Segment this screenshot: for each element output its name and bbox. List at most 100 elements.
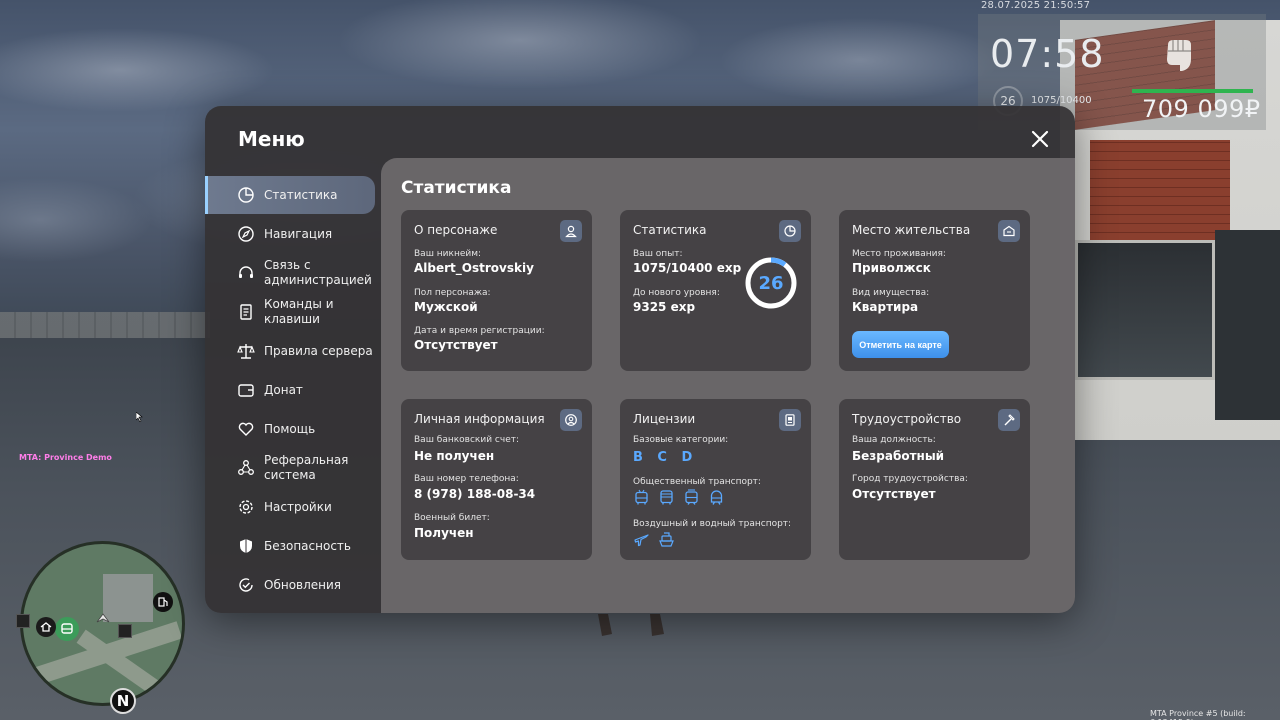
bus-icon	[660, 490, 673, 505]
nickname-value: Albert_Ostrovskiy	[414, 261, 534, 275]
sidebar-item-statistics[interactable]: Статистика	[205, 176, 375, 214]
stats-card: Статистика Ваш опыт: 1075/10400 exp До н…	[620, 210, 811, 371]
field-label: Общественный транспорт:	[633, 477, 761, 487]
home-icon	[998, 220, 1020, 242]
document-icon	[240, 304, 252, 320]
minimap-north-indicator: N	[110, 688, 136, 714]
gas-station-icon	[153, 592, 173, 612]
sidebar-item-rules[interactable]: Правила сервера	[205, 332, 375, 370]
field-label: Ваш никнейм:	[414, 249, 482, 259]
scales-icon	[237, 344, 255, 359]
personal-info-card: Личная информация Ваш банковский счет: Н…	[401, 399, 592, 560]
sidebar-item-label: Обновления	[264, 577, 342, 592]
sidebar-item-label: Статистика	[264, 187, 338, 202]
sidebar-item-commands[interactable]: Команды и клавиши	[205, 293, 375, 331]
metro-icon	[710, 490, 723, 505]
building-window	[1075, 240, 1215, 380]
build-label: MTA Province #5 (build: 6.12415.9)	[1150, 709, 1246, 720]
sidebar-item-referral[interactable]: Реферальная система	[205, 449, 375, 487]
sidebar-item-settings[interactable]: Настройки	[205, 488, 375, 526]
minimap	[20, 541, 185, 706]
headset-icon	[239, 266, 253, 278]
player-arrow-icon	[96, 613, 110, 623]
sidebar-item-admin-contact[interactable]: Связь с администрацией	[205, 254, 375, 292]
user-icon	[560, 220, 582, 242]
field-label: Вид имущества:	[852, 288, 930, 298]
mark-on-map-button[interactable]: Отметить на карте	[852, 331, 949, 358]
field-label: Город трудоустройства:	[852, 474, 968, 484]
mouse-cursor-icon	[136, 412, 143, 422]
property-value: Квартира	[852, 300, 919, 314]
licenses-card: Лицензии Базовые категории: B C D Общест…	[620, 399, 811, 560]
next-level-value: 9325 exp	[633, 300, 696, 314]
field-label: Базовые категории:	[633, 435, 729, 445]
hammer-icon	[998, 409, 1020, 431]
card-title: Статистика	[633, 223, 707, 237]
minimap-marker	[118, 624, 132, 638]
work-city-value: Отсутствует	[852, 487, 936, 501]
public-transport-icons	[633, 489, 725, 506]
fist-icon	[1167, 40, 1191, 71]
close-icon[interactable]	[1028, 127, 1052, 151]
sidebar-item-label: Связь с администрацией	[264, 258, 372, 287]
sidebar-item-donate[interactable]: Донат	[205, 371, 375, 409]
building-door	[1215, 230, 1280, 420]
gear-icon	[239, 500, 253, 514]
card-title: Место жительства	[852, 223, 971, 237]
field-label: Ваша должность:	[852, 435, 936, 445]
field-label: До нового уровня:	[633, 288, 720, 298]
license-icon	[779, 409, 801, 431]
field-label: Ваш номер телефона:	[414, 474, 519, 484]
heart-hand-icon	[238, 422, 254, 436]
level-number: 26	[758, 272, 784, 294]
character-card: О персонаже Ваш никнейм: Albert_Ostrovsk…	[401, 210, 592, 371]
brick-wall-background	[1090, 140, 1230, 250]
gender-value: Мужской	[414, 300, 478, 314]
sidebar-item-label: Помощь	[264, 421, 316, 436]
hud-exp: 1075/10400	[1031, 95, 1092, 106]
residence-value: Приволжск	[852, 261, 931, 275]
sidebar-item-navigation[interactable]: Навигация	[205, 215, 375, 253]
residence-card: Место жительства Место проживания: Приво…	[839, 210, 1030, 371]
card-title: Лицензии	[633, 412, 696, 426]
bank-account-value: Не получен	[414, 449, 495, 463]
field-label: Место проживания:	[852, 249, 946, 259]
bus-stop-icon	[55, 617, 79, 641]
phone-value: 8 (978) 188-08-34	[414, 487, 536, 501]
wallet-icon	[238, 384, 254, 397]
house-icon	[36, 617, 56, 637]
registration-value: Отсутствует	[414, 338, 498, 352]
sidebar-item-label: Команды и клавиши	[264, 297, 334, 326]
sidebar-item-label: Настройки	[264, 499, 332, 514]
field-label: Пол персонажа:	[414, 288, 491, 298]
hud-money: 709 099₽	[1142, 95, 1261, 123]
military-id-value: Получен	[414, 526, 474, 540]
shield-icon	[240, 539, 252, 553]
sidebar-item-help[interactable]: Помощь	[205, 410, 375, 448]
page-title: Статистика	[401, 178, 512, 198]
pie-chart-icon	[238, 187, 254, 203]
sidebar-item-label: Навигация	[264, 226, 333, 241]
sidebar-item-updates[interactable]: Обновления	[205, 566, 375, 604]
player-feet	[598, 614, 664, 636]
menu-title: Меню	[238, 127, 305, 151]
exp-value: 1075/10400 exp	[633, 261, 742, 275]
field-label: Военный билет:	[414, 513, 490, 523]
tram-icon	[685, 489, 698, 505]
profile-icon	[560, 409, 582, 431]
server-label: MTA: Province Demo	[19, 453, 112, 462]
content-panel: Статистика О персонаже Ваш никнейм: Albe…	[381, 158, 1075, 613]
sidebar-item-label: Донат	[264, 382, 303, 397]
employment-card: Трудоустройство Ваша должность: Безработ…	[839, 399, 1030, 560]
license-categories: B C D	[633, 450, 698, 465]
pie-chart-icon	[779, 220, 801, 242]
ship-icon	[659, 532, 674, 547]
trolleybus-icon	[635, 489, 648, 505]
air-water-transport-icons	[633, 531, 675, 548]
hud-health-bar	[1132, 89, 1253, 93]
fence-background	[0, 312, 210, 338]
refresh-check-icon	[239, 578, 253, 592]
network-icon	[238, 460, 254, 475]
sidebar-item-security[interactable]: Безопасность	[205, 527, 375, 565]
sidebar-item-label: Реферальная система	[264, 453, 349, 482]
